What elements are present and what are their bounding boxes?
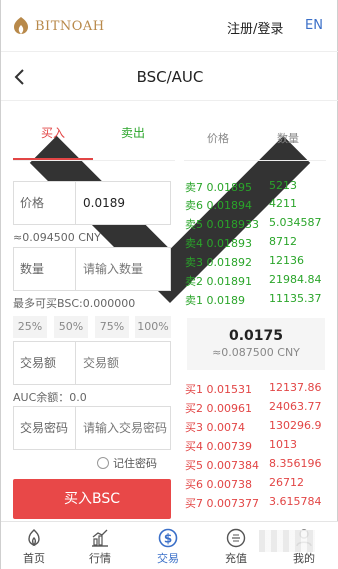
sell-price: 0.01895 xyxy=(206,181,253,194)
sell-label: 卖4 xyxy=(185,237,203,250)
tab-buy[interactable]: 买入 xyxy=(13,124,93,141)
orderbook-header-qty: 数量 xyxy=(277,132,299,145)
buy-qty: 3.615784 xyxy=(269,495,322,508)
pair-title: BSC/AUC xyxy=(136,68,204,86)
orderbook-header-price: 价格 xyxy=(207,132,229,145)
buy-label: 买7 xyxy=(185,497,203,510)
buy-price: 0.00961 xyxy=(206,402,253,415)
trade-password-input[interactable] xyxy=(78,408,168,448)
tab-divider xyxy=(13,160,175,161)
brand-logo[interactable]: BITNOAH xyxy=(11,16,105,36)
deposit-icon xyxy=(226,528,246,548)
sell-price: 0.01893 xyxy=(206,237,253,250)
price-input[interactable] xyxy=(78,183,168,223)
tab-active-indicator xyxy=(13,158,93,160)
price-label: 价格 xyxy=(14,182,76,224)
buy-price: 0.00739 xyxy=(206,440,253,453)
sell-label: 卖3 xyxy=(185,256,203,269)
brand-name: BITNOAH xyxy=(35,18,105,34)
price-cny-estimate: ≈0.094500 CNY xyxy=(13,231,101,244)
buy-price: 0.007377 xyxy=(206,497,260,510)
nav-trade[interactable]: $ 交易 xyxy=(135,522,201,569)
sell-qty: 4211 xyxy=(269,197,297,210)
trade-password-label: 交易密码 xyxy=(14,407,76,449)
remember-password-label: 记住密码 xyxy=(113,457,157,470)
nav-trade-label: 交易 xyxy=(157,552,179,565)
percent-50-button[interactable]: 50% xyxy=(54,316,88,338)
trade-password-field: 交易密码 xyxy=(13,406,171,450)
trade-icon: $ xyxy=(158,528,178,548)
bitnoah-logo-icon xyxy=(14,17,28,34)
language-switch[interactable]: EN xyxy=(305,18,323,33)
buy-label: 买6 xyxy=(185,478,203,491)
tab-sell[interactable]: 卖出 xyxy=(93,124,173,141)
sell-qty: 8712 xyxy=(269,235,297,248)
quantity-field: 数量 xyxy=(13,247,171,291)
buy-label: 买2 xyxy=(185,402,203,415)
buy-bsc-button[interactable]: 买入BSC xyxy=(13,479,171,519)
amount-label: 交易额 xyxy=(14,342,76,384)
buy-qty: 12137.86 xyxy=(269,381,322,394)
sell-qty: 5213 xyxy=(269,179,297,192)
auc-balance-text: AUC余额：0.0 xyxy=(13,391,87,404)
percent-75-button[interactable]: 75% xyxy=(95,316,129,338)
last-price-cny: ≈0.087500 CNY xyxy=(212,346,300,359)
max-buy-text: 最多可买BSC:0.000000 xyxy=(13,297,136,310)
sell-price: 0.01894 xyxy=(206,199,253,212)
watermark-blur xyxy=(259,530,315,552)
buy-qty: 1013 xyxy=(269,438,297,451)
radio-circle-icon[interactable] xyxy=(97,457,109,469)
sell-qty: 12136 xyxy=(269,254,304,267)
sell-qty: 5.034587 xyxy=(269,216,322,229)
buy-price: 0.01531 xyxy=(206,383,253,396)
app-frame: BITNOAH 注册/登录 EN BSC/AUC 买入 卖出 价格 数量 价格 … xyxy=(0,0,338,569)
top-header: BITNOAH 注册/登录 EN xyxy=(1,0,338,52)
percent-100-button[interactable]: 100% xyxy=(135,316,171,338)
buy-label: 买3 xyxy=(185,421,203,434)
nav-home-label: 首页 xyxy=(23,552,45,565)
market-title-bar: BSC/AUC xyxy=(1,53,338,304)
home-icon xyxy=(28,529,40,547)
login-register-link[interactable]: 注册/登录 xyxy=(227,18,283,37)
last-price: 0.0175 xyxy=(228,328,284,344)
amount-input[interactable] xyxy=(78,343,168,383)
quantity-input[interactable] xyxy=(78,249,168,289)
sell-price: 0.01892 xyxy=(206,256,253,269)
buy-price: 0.0074 xyxy=(206,421,246,434)
sell-price: 0.01891 xyxy=(206,275,253,288)
buy-qty: 130296.9 xyxy=(269,419,322,432)
svg-text:$: $ xyxy=(164,532,172,546)
remember-password-option[interactable]: 记住密码 xyxy=(97,455,157,471)
nav-home[interactable]: 首页 xyxy=(1,522,67,569)
buy-label: 买1 xyxy=(185,383,203,396)
percent-25-button[interactable]: 25% xyxy=(13,316,47,338)
chart-icon xyxy=(92,529,108,547)
sell-label: 卖6 xyxy=(185,199,203,212)
buy-qty: 26712 xyxy=(269,476,304,489)
sell-label: 卖2 xyxy=(185,275,203,288)
sell-price: 0.018933 xyxy=(206,218,260,231)
sell-label: 卖5 xyxy=(185,218,203,231)
amount-field: 交易额 xyxy=(13,341,171,385)
last-price-box: 0.0175 ≈0.087500 CNY xyxy=(187,318,325,370)
buy-price: 0.007384 xyxy=(206,459,260,472)
orderbook-divider xyxy=(184,160,326,161)
nav-deposit-label: 充值 xyxy=(225,552,247,565)
quantity-label: 数量 xyxy=(14,248,76,290)
buy-price: 0.00738 xyxy=(206,478,253,491)
sell-label: 卖7 xyxy=(185,181,203,194)
buy-label: 买4 xyxy=(185,440,203,453)
sell-qty: 21984.84 xyxy=(269,273,322,286)
nav-mine-label: 我的 xyxy=(293,552,315,565)
buy-qty: 8.356196 xyxy=(269,457,322,470)
sell-qty: 11135.37 xyxy=(269,292,322,305)
nav-market-label: 行情 xyxy=(89,552,111,565)
sell-price: 0.0189 xyxy=(206,294,246,307)
price-field: 价格 xyxy=(13,181,171,225)
buy-label: 买5 xyxy=(185,459,203,472)
sell-label: 卖1 xyxy=(185,294,203,307)
buy-qty: 24063.77 xyxy=(269,400,322,413)
nav-market[interactable]: 行情 xyxy=(67,522,133,569)
